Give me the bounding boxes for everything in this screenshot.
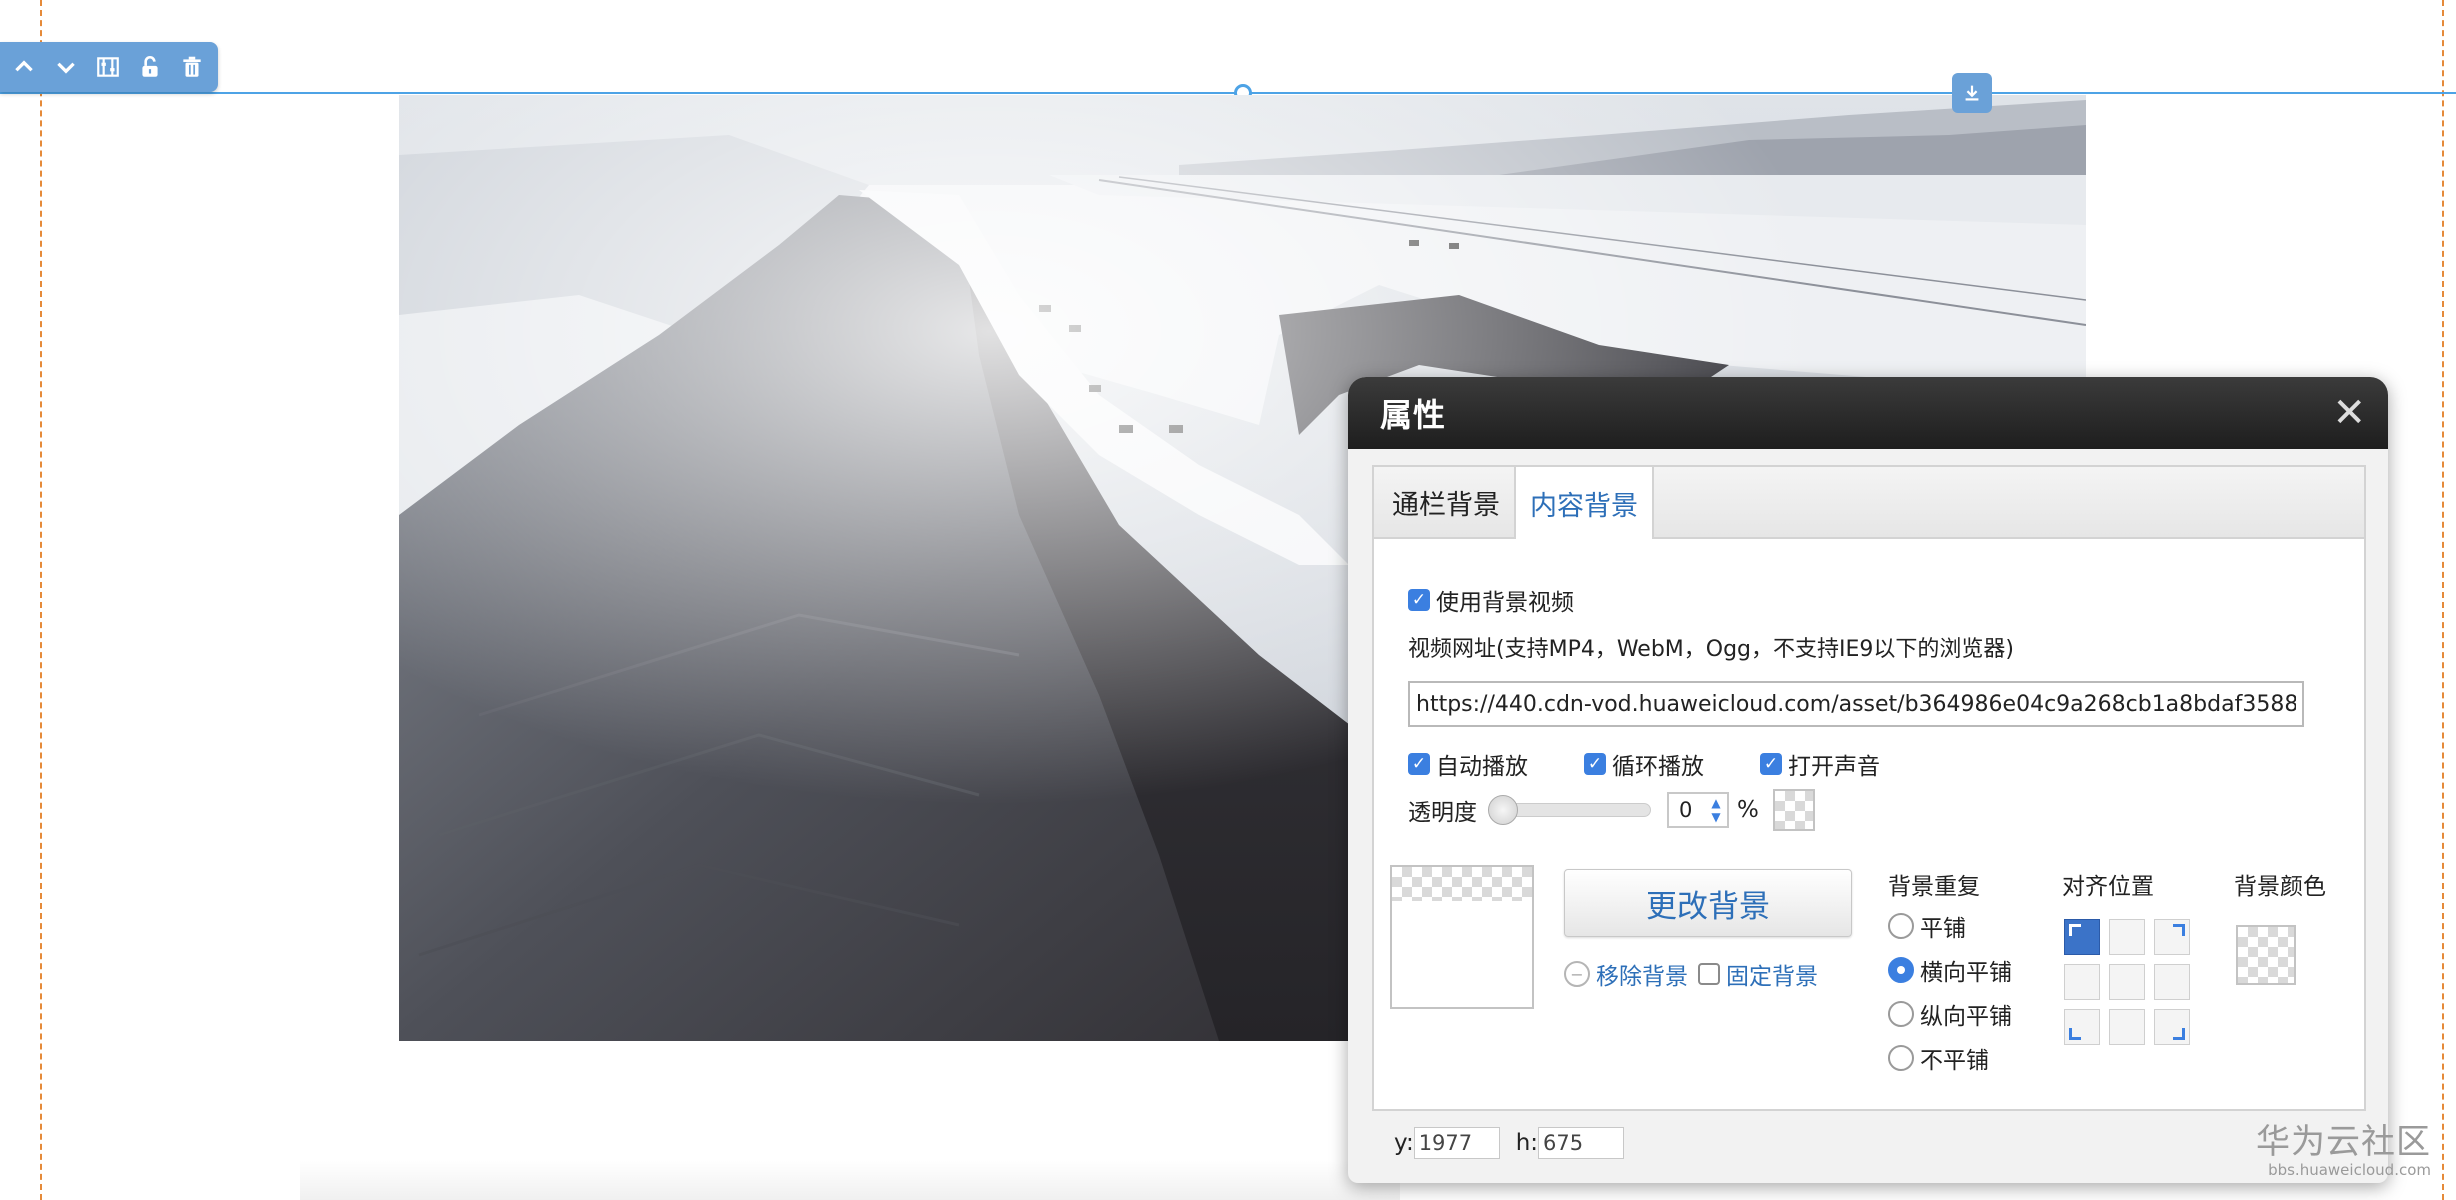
align-top-left[interactable] — [2064, 919, 2100, 955]
download-icon — [1965, 85, 1979, 101]
use-video-label: 使用背景视频 — [1436, 590, 1574, 616]
unlock-icon — [142, 55, 158, 77]
align-bottom-center[interactable] — [2109, 1009, 2145, 1045]
y-label: y: — [1394, 1130, 1414, 1156]
download-button[interactable] — [1952, 73, 1992, 113]
delete-section-button[interactable] — [178, 52, 206, 82]
repeat-none-radio[interactable] — [1888, 1045, 1914, 1071]
remove-background-link[interactable]: 移除背景 — [1596, 957, 1688, 991]
properties-dialog: 属性 ✕ 通栏背景 内容背景 使用背景视频 视频网址(支持MP4，WebM，Og… — [1348, 377, 2388, 1183]
align-bottom-left[interactable] — [2064, 1009, 2100, 1045]
y-field: y: 1977 — [1394, 1127, 1500, 1159]
use-video-row: 使用背景视频 — [1408, 583, 1574, 617]
repeat-tile-radio[interactable] — [1888, 913, 1914, 939]
background-preview — [1390, 865, 1534, 1009]
fixed-background-label: 固定背景 — [1726, 964, 1818, 990]
background-color-picker[interactable] — [2236, 925, 2296, 985]
video-url-label-row: 视频网址(支持MP4，WebM，Ogg，不支持IE9以下的浏览器) — [1408, 631, 2014, 663]
change-background-button[interactable]: 更改背景 — [1564, 869, 1852, 937]
section-edit-toolbar — [0, 42, 218, 92]
autoplay-checkbox[interactable] — [1408, 753, 1430, 775]
trash-icon — [183, 56, 201, 77]
autoplay-label: 自动播放 — [1436, 754, 1528, 780]
use-video-checkbox[interactable] — [1408, 589, 1430, 611]
remove-icon[interactable]: − — [1564, 961, 1590, 987]
close-icon[interactable]: ✕ — [2332, 393, 2366, 433]
move-down-button[interactable] — [52, 52, 80, 82]
h-label: h: — [1515, 1130, 1539, 1156]
sound-checkbox[interactable] — [1760, 753, 1782, 775]
video-url-label: 视频网址(支持MP4，WebM，Ogg，不支持IE9以下的浏览器) — [1408, 637, 2014, 662]
loop-label: 循环播放 — [1612, 754, 1704, 780]
opacity-label: 透明度 — [1408, 800, 1477, 826]
repeat-vertical-label: 纵向平铺 — [1920, 1004, 2012, 1030]
transparent-color-picker[interactable] — [1772, 789, 1815, 831]
dialog-status-bar: y: 1977 h: 675 — [1372, 1119, 1625, 1167]
repeat-horizontal-radio[interactable] — [1888, 957, 1914, 983]
dialog-header: 属性 ✕ — [1348, 377, 2388, 449]
watermark-sub: bbs.huaweicloud.com — [2268, 1161, 2431, 1179]
alignment-grid — [2064, 919, 2190, 1045]
color-group-title: 背景颜色 — [2234, 874, 2326, 900]
video-url-input[interactable] — [1408, 681, 2304, 727]
repeat-option-vertical[interactable]: 纵向平铺 — [1888, 997, 2012, 1031]
settings-sliders-icon — [97, 57, 119, 77]
repeat-vertical-radio[interactable] — [1888, 1001, 1914, 1027]
opacity-value: 0 — [1679, 798, 1693, 822]
align-middle-right[interactable] — [2154, 964, 2190, 1000]
loop-checkbox[interactable] — [1584, 753, 1606, 775]
playback-options-row: 自动播放 循环播放 打开声音 — [1408, 747, 1880, 781]
repeat-tile-label: 平铺 — [1920, 916, 1966, 942]
tab-bar: 通栏背景 内容背景 — [1374, 467, 2364, 539]
move-up-button[interactable] — [10, 52, 38, 82]
sound-label: 打开声音 — [1788, 754, 1880, 780]
watermark-main: 华为云社区 — [2256, 1122, 2431, 1162]
stepper-arrows-icon[interactable]: ▲ ▼ — [1705, 794, 1727, 826]
opacity-slider-thumb[interactable] — [1488, 795, 1518, 825]
chevron-up-icon — [15, 60, 33, 72]
right-guide-line — [2442, 0, 2444, 1200]
opacity-slider[interactable] — [1488, 795, 1651, 825]
preview-transparent-strip — [1392, 867, 1532, 901]
tab-content-background[interactable]: 内容背景 — [1514, 467, 1654, 539]
align-top-right[interactable] — [2154, 919, 2190, 955]
y-value-input[interactable]: 1977 — [1413, 1127, 1500, 1159]
section-bottom-shadow — [300, 1160, 1400, 1200]
watermark: 华为云社区 bbs.huaweicloud.com — [2256, 1114, 2431, 1179]
opacity-unit: % — [1737, 797, 1759, 823]
dialog-content-panel: 通栏背景 内容背景 使用背景视频 视频网址(支持MP4，WebM，Ogg，不支持… — [1372, 465, 2366, 1111]
left-guide-line — [40, 0, 42, 1200]
h-value-input[interactable]: 675 — [1538, 1127, 1625, 1159]
repeat-option-none[interactable]: 不平铺 — [1888, 1041, 1989, 1075]
align-group-title: 对齐位置 — [2062, 874, 2154, 900]
tab-full-width-background[interactable]: 通栏背景 — [1378, 467, 1514, 537]
opacity-stepper[interactable]: 0 ▲ ▼ — [1667, 792, 1729, 828]
align-middle-left[interactable] — [2064, 964, 2100, 1000]
lock-toggle-button[interactable] — [136, 52, 164, 82]
chevron-down-icon — [57, 62, 75, 74]
section-top-guide-line — [0, 92, 2456, 94]
fixed-background-checkbox[interactable] — [1698, 963, 1720, 985]
align-bottom-right[interactable] — [2154, 1009, 2190, 1045]
section-settings-button[interactable] — [94, 52, 122, 82]
repeat-option-horizontal[interactable]: 横向平铺 — [1888, 953, 2012, 987]
repeat-horizontal-label: 横向平铺 — [1920, 960, 2012, 986]
repeat-option-tile[interactable]: 平铺 — [1888, 909, 1966, 943]
align-center[interactable] — [2109, 964, 2145, 1000]
dialog-title: 属性 — [1380, 396, 1447, 434]
repeat-group-title: 背景重复 — [1888, 874, 1980, 900]
repeat-none-label: 不平铺 — [1920, 1048, 1989, 1074]
background-actions-row: − 移除背景 固定背景 — [1564, 957, 1818, 991]
h-field: h: 675 — [1515, 1127, 1625, 1159]
align-top-center[interactable] — [2109, 919, 2145, 955]
opacity-row: 透明度 0 ▲ ▼ % — [1408, 789, 1815, 831]
